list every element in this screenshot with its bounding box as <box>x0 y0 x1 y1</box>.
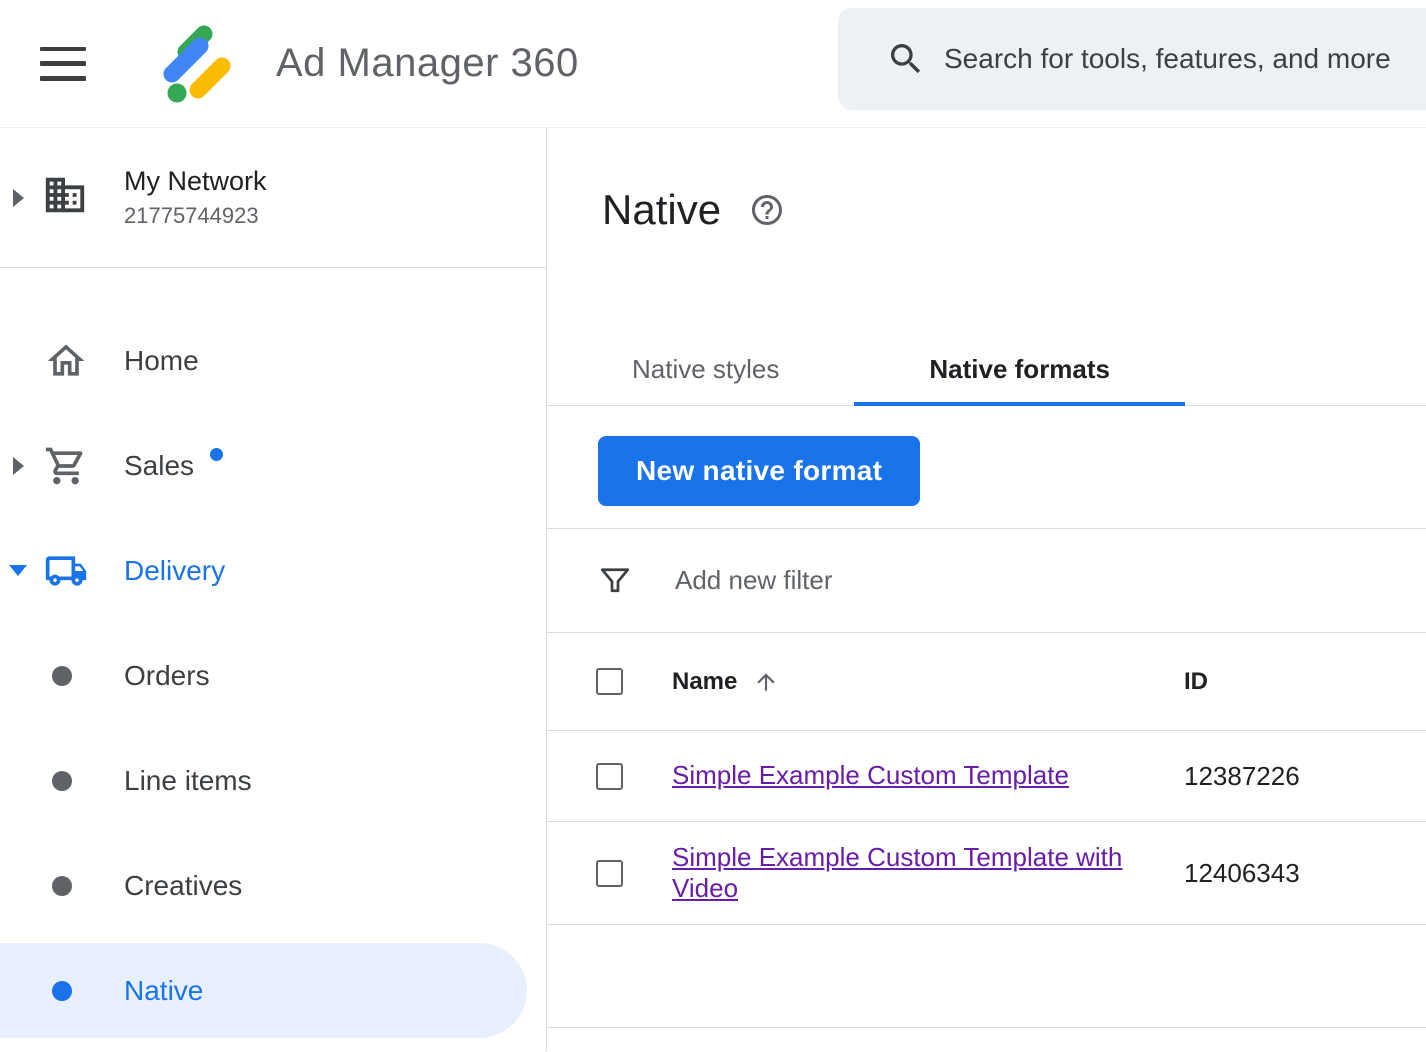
truck-icon <box>36 549 124 593</box>
home-icon <box>36 339 124 383</box>
sidebar-item-home[interactable]: Home <box>0 313 546 408</box>
sidebar-item-label: Line items <box>124 765 252 797</box>
sidebar-item-sales[interactable]: Sales <box>0 418 546 513</box>
hamburger-bar <box>40 76 86 81</box>
hamburger-menu-icon[interactable] <box>40 47 86 81</box>
sidebar-item-native[interactable]: Native <box>0 943 527 1038</box>
sidebar-item-label: Home <box>124 345 199 377</box>
table-row: Simple Example Custom Template with Vide… <box>547 822 1426 925</box>
shopping-cart-icon <box>36 444 124 488</box>
select-all-checkbox[interactable] <box>596 668 623 695</box>
row-checkbox[interactable] <box>596 763 623 790</box>
chevron-right-icon <box>0 189 36 207</box>
search-input[interactable] <box>944 43 1426 75</box>
sidebar-item-label: Sales <box>124 450 194 482</box>
sidebar-item-label: Orders <box>124 660 210 692</box>
hamburger-bar <box>40 61 86 66</box>
row-id: 12406343 <box>1184 858 1300 889</box>
ad-manager-app: Ad Manager 360 My Network <box>0 0 1426 1051</box>
network-name: My Network <box>124 166 267 197</box>
filter-placeholder: Add new filter <box>675 565 833 596</box>
tab-native-formats[interactable]: Native formats <box>854 334 1185 405</box>
top-bar: Ad Manager 360 <box>0 0 1426 128</box>
sidebar-item-label: Native <box>124 975 203 1007</box>
page-title: Native <box>602 186 721 234</box>
main-content: Native Native styles Native formats New … <box>547 128 1426 1051</box>
table-header-row: Name ID <box>547 633 1426 731</box>
global-search-box[interactable] <box>838 8 1426 110</box>
sidebar-item-orders[interactable]: Orders <box>0 628 546 723</box>
bullet-icon <box>0 771 124 791</box>
hamburger-bar <box>40 47 86 52</box>
sidebar-item-label: Delivery <box>124 555 225 587</box>
app-title: Ad Manager 360 <box>276 41 579 86</box>
sidebar-item-label: Creatives <box>124 870 242 902</box>
bullet-icon <box>0 876 124 896</box>
tab-bar: Native styles Native formats <box>547 334 1426 406</box>
new-native-format-button[interactable]: New native format <box>598 436 920 506</box>
bullet-icon <box>0 666 124 686</box>
native-format-link[interactable]: Simple Example Custom Template with Vide… <box>672 842 1134 904</box>
bullet-icon <box>0 981 124 1001</box>
search-icon <box>886 39 926 79</box>
sidebar-item-line-items[interactable]: Line items <box>0 733 546 828</box>
table-row: Simple Example Custom Template 12387226 <box>547 731 1426 822</box>
table-empty-row <box>547 925 1426 1028</box>
network-selector[interactable]: My Network 21775744923 <box>0 128 546 268</box>
filter-bar[interactable]: Add new filter <box>547 528 1426 633</box>
notification-dot <box>210 448 223 461</box>
sidebar-nav: Home Sales <box>0 268 546 1038</box>
chevron-down-icon[interactable] <box>0 565 36 576</box>
sort-ascending-icon[interactable] <box>753 669 779 695</box>
tab-native-styles[interactable]: Native styles <box>557 334 854 405</box>
row-id: 12387226 <box>1184 761 1300 792</box>
row-checkbox[interactable] <box>596 860 623 887</box>
sidebar-item-creatives[interactable]: Creatives <box>0 838 546 933</box>
column-header-id[interactable]: ID <box>1184 668 1208 696</box>
ad-manager-logo-icon <box>146 18 238 110</box>
filter-icon <box>597 563 633 599</box>
network-info: My Network 21775744923 <box>124 166 267 229</box>
native-format-link[interactable]: Simple Example Custom Template <box>672 760 1069 791</box>
building-icon <box>36 172 124 223</box>
sidebar: My Network 21775744923 Home <box>0 128 547 1051</box>
network-id: 21775744923 <box>124 203 267 229</box>
help-icon[interactable] <box>749 192 785 228</box>
sidebar-item-delivery[interactable]: Delivery <box>0 523 546 618</box>
chevron-right-icon <box>0 457 36 475</box>
column-header-name[interactable]: Name <box>672 668 737 696</box>
